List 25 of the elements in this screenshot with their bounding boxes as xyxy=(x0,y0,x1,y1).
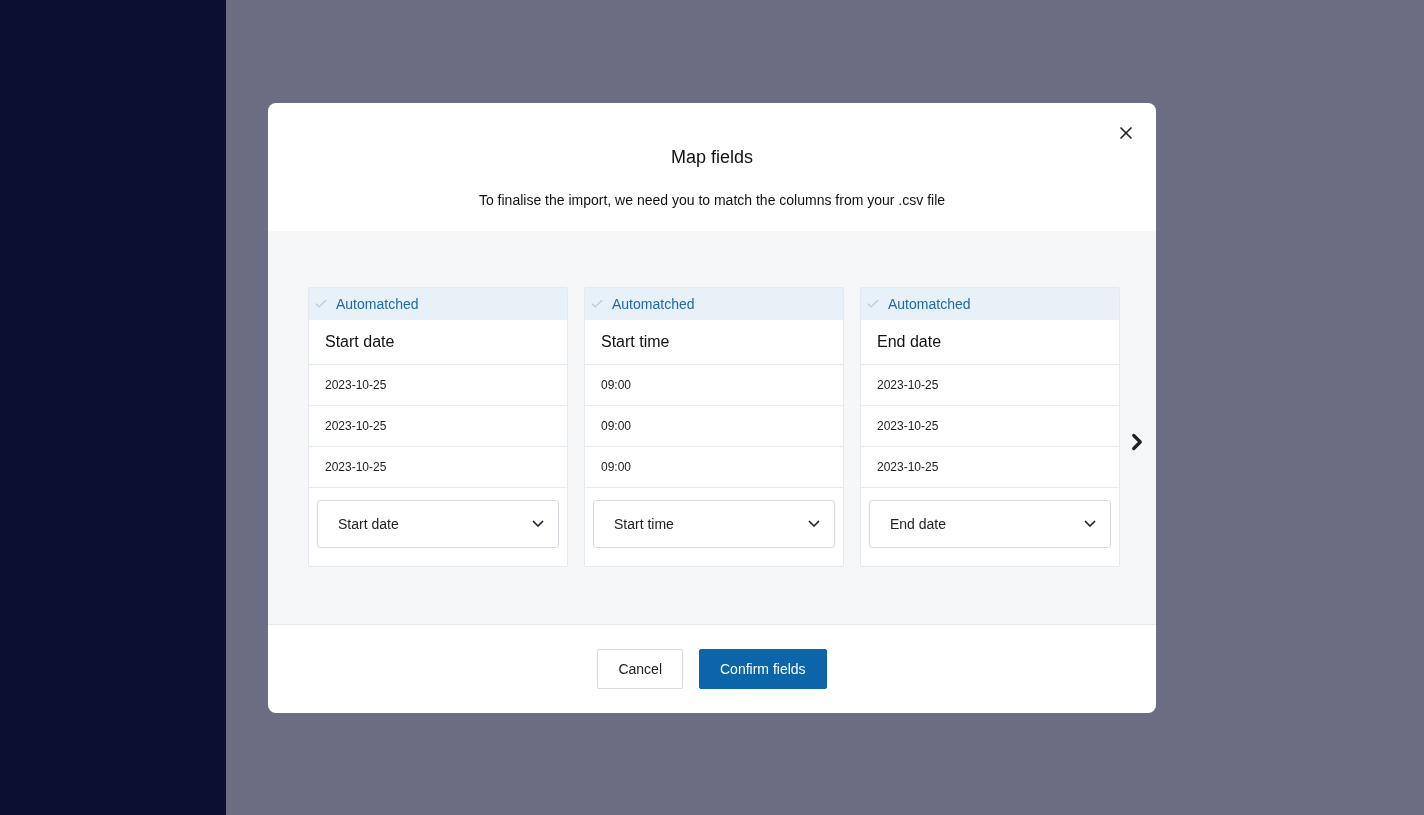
sample-value: 2023-10-25 xyxy=(309,364,567,406)
column-header: End date xyxy=(861,319,1119,365)
chevron-down-icon xyxy=(808,520,820,527)
column-header: Start time xyxy=(585,319,843,365)
sample-value: 2023-10-25 xyxy=(861,446,1119,488)
field-select[interactable]: Start time xyxy=(593,499,835,548)
sample-value: 2023-10-25 xyxy=(309,405,567,447)
cancel-button[interactable]: Cancel xyxy=(597,648,683,689)
automatched-label: Automatched xyxy=(888,295,971,312)
field-select[interactable]: Start date xyxy=(317,499,559,548)
chevron-down-icon xyxy=(1084,520,1096,527)
sample-value: 2023-10-25 xyxy=(309,446,567,488)
chevron-down-icon xyxy=(532,520,544,527)
sample-value: 2023-10-25 xyxy=(861,364,1119,406)
confirm-button[interactable]: Confirm fields xyxy=(699,648,827,689)
sample-value: 09:00 xyxy=(585,446,843,488)
automatched-label: Automatched xyxy=(336,295,419,312)
sample-value: 2023-10-25 xyxy=(861,405,1119,447)
field-select[interactable]: End date xyxy=(869,499,1111,548)
dialog-description: To finalise the import, we need you to match the columns from your .csv file xyxy=(478,191,946,208)
sample-value: 09:00 xyxy=(585,405,843,447)
automatched-label: Automatched xyxy=(612,295,695,312)
sample-value: 09:00 xyxy=(585,364,843,406)
dialog-title: Map fields xyxy=(670,146,753,168)
column-header: Start date xyxy=(309,319,567,365)
